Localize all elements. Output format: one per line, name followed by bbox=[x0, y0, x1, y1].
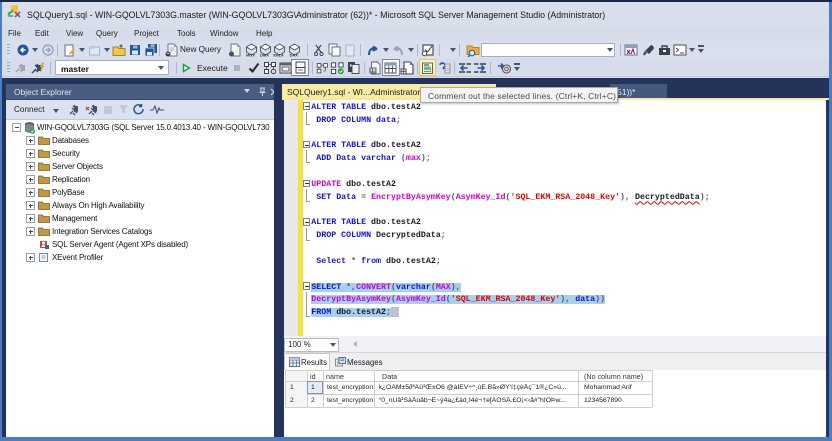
svg-text:DAX: DAX bbox=[290, 53, 299, 58]
svg-text:MDX: MDX bbox=[246, 53, 255, 58]
svg-text:DMX: DMX bbox=[260, 53, 269, 58]
svg-text:XMLA: XMLA bbox=[273, 54, 284, 58]
